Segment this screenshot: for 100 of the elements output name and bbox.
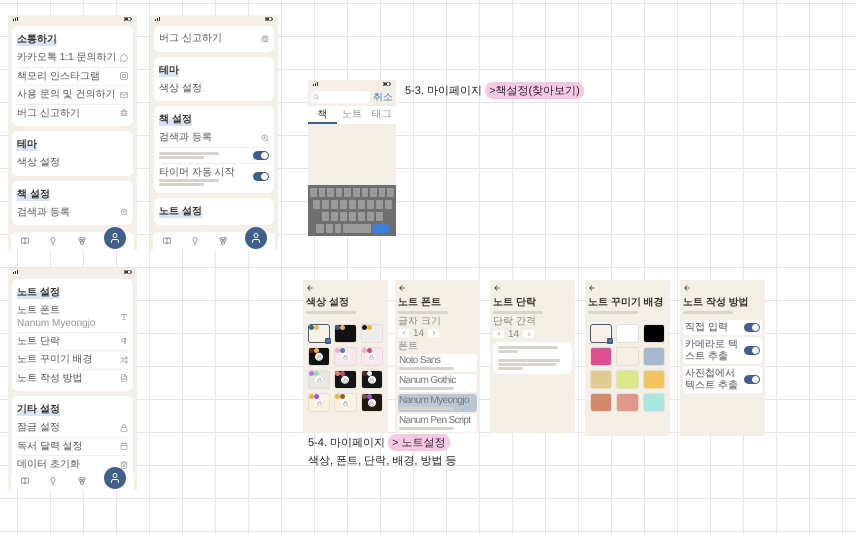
- nav-tab[interactable]: [161, 235, 173, 247]
- chevron-right-icon: [526, 331, 532, 337]
- lightbulb-icon: [49, 477, 58, 485]
- nav-tab[interactable]: [76, 475, 88, 487]
- back-arrow-icon[interactable]: [493, 284, 501, 292]
- square-circle-icon: [120, 72, 128, 80]
- settings-row[interactable]: 사용 문의 및 건의하기: [17, 86, 128, 104]
- person-icon: [108, 232, 121, 244]
- chevron-right-icon: [430, 330, 437, 336]
- field-label: 폰트: [398, 340, 419, 352]
- font-option[interactable]: Nanum Pen Script: [398, 414, 477, 432]
- nav-tab[interactable]: [76, 235, 88, 247]
- battery-icon: [124, 17, 132, 21]
- decrease-button[interactable]: [493, 330, 504, 338]
- setting-label: 검색과 등록: [159, 132, 212, 144]
- highlighted-label: > 노트설정: [388, 434, 450, 451]
- setting-label: 타이머 자동 시작: [159, 166, 235, 178]
- board-label: 5-4. 마이페이지: [308, 436, 386, 450]
- screen-title: 노트 폰트: [398, 297, 442, 308]
- signal-icon: [13, 17, 19, 21]
- board-label: 5-3. 마이페이지: [405, 84, 484, 98]
- font-option[interactable]: Noto Sans: [398, 354, 477, 372]
- book-icon: [163, 237, 171, 245]
- setting-label: 노트 폰트: [17, 305, 61, 316]
- setting-label: 색상 설정: [17, 157, 60, 168]
- lightbulb-icon: [49, 237, 58, 245]
- tab[interactable]: 책: [308, 106, 338, 124]
- medal-icon: [78, 477, 86, 485]
- person-icon: [108, 472, 121, 484]
- setting-label: 잠금 설정: [17, 422, 60, 434]
- chevron-left-icon: [400, 330, 406, 336]
- decrease-button[interactable]: [398, 329, 409, 337]
- settings-row[interactable]: 노트 단락: [17, 332, 128, 351]
- increase-button[interactable]: [523, 330, 534, 338]
- calendar-icon: [120, 442, 128, 450]
- settings-row[interactable]: 잠금 설정: [17, 419, 128, 438]
- nav-tab[interactable]: [104, 227, 126, 249]
- screen-title: 노트 작성 방법: [683, 297, 750, 308]
- book-icon: [21, 237, 30, 245]
- settings-row[interactable]: 버그 신고하기: [17, 104, 128, 122]
- toggle-switch[interactable]: [744, 322, 760, 332]
- screen-title: 색상 설정: [306, 297, 350, 308]
- setting-label: 노트 작성 방법: [17, 372, 83, 384]
- font-option[interactable]: Nanum Gothic: [398, 374, 477, 392]
- section-title: 책 설정: [159, 112, 192, 126]
- setting-label: 카카오톡 1:1 문의하기: [17, 52, 116, 64]
- medal-icon: [78, 237, 86, 245]
- trash-icon: [120, 460, 128, 469]
- screen-title: 노트 단락: [493, 297, 537, 308]
- settings-row[interactable]: 검색과 등록: [17, 204, 128, 221]
- settings-row[interactable]: 노트 폰트 Nanum Myeongjo: [17, 302, 128, 332]
- chevron-left-icon: [496, 331, 502, 337]
- toggle-switch[interactable]: [744, 375, 760, 384]
- settings-row[interactable]: 카카오톡 1:1 문의하기: [17, 49, 128, 68]
- settings-row[interactable]: 버그 신고하기: [159, 30, 269, 48]
- back-arrow-icon[interactable]: [588, 284, 596, 292]
- settings-row[interactable]: 노트 작성 방법: [17, 370, 128, 387]
- increase-button[interactable]: [428, 329, 440, 337]
- pilcrow-icon: [120, 337, 128, 346]
- nav-tab[interactable]: [19, 235, 32, 247]
- settings-row[interactable]: 색상 설정: [17, 154, 128, 172]
- signal-icon: [313, 82, 319, 86]
- nav-tab[interactable]: [217, 235, 229, 247]
- settings-row[interactable]: 독서 달력 설정: [17, 438, 128, 456]
- document-icon: [120, 374, 128, 382]
- toggle-switch[interactable]: [744, 346, 760, 355]
- battery-icon: [124, 270, 132, 274]
- settings-row[interactable]: 검색과 등록: [159, 129, 269, 148]
- option-label: 사진첩에서 텍스트 추출: [685, 368, 739, 391]
- section-title: 노트 설정: [17, 285, 60, 299]
- cancel-button[interactable]: 취소: [373, 90, 393, 104]
- setting-label: 버그 신고하기: [17, 108, 80, 119]
- option-label: 카메라로 텍스트 추출: [685, 339, 739, 362]
- field-label: 단락 간격: [493, 316, 537, 326]
- section-title: 테마: [159, 62, 179, 76]
- search-field[interactable]: [311, 91, 370, 103]
- toggle-switch[interactable]: [253, 150, 269, 160]
- lock-icon: [120, 424, 128, 432]
- settings-row[interactable]: 책모리 인스타그램: [17, 68, 128, 86]
- nav-tab[interactable]: [104, 467, 126, 489]
- settings-row[interactable]: 색상 설정: [159, 80, 269, 97]
- nav-tab[interactable]: [19, 475, 32, 487]
- setting-value: Nanum Myeongjo: [17, 318, 96, 328]
- chat-bubble-icon: [120, 54, 128, 62]
- settings-row[interactable]: 데이터 초기화: [17, 456, 128, 474]
- person-icon: [250, 232, 262, 244]
- toggle-switch[interactable]: [253, 172, 269, 181]
- bug-icon: [120, 109, 128, 118]
- nav-tab[interactable]: [245, 227, 267, 249]
- back-arrow-icon[interactable]: [306, 284, 314, 292]
- signal-icon: [155, 17, 161, 21]
- shuffle-icon: [120, 356, 128, 364]
- zoom-in-icon: [120, 208, 128, 216]
- section-title: 소통하기: [17, 32, 57, 46]
- setting-label: 색상 설정: [159, 82, 202, 94]
- settings-row[interactable]: 노트 꾸미기 배경: [17, 351, 128, 370]
- book-icon: [21, 477, 30, 485]
- back-arrow-icon[interactable]: [683, 284, 691, 292]
- battery-icon: [265, 17, 273, 21]
- back-arrow-icon[interactable]: [398, 284, 406, 292]
